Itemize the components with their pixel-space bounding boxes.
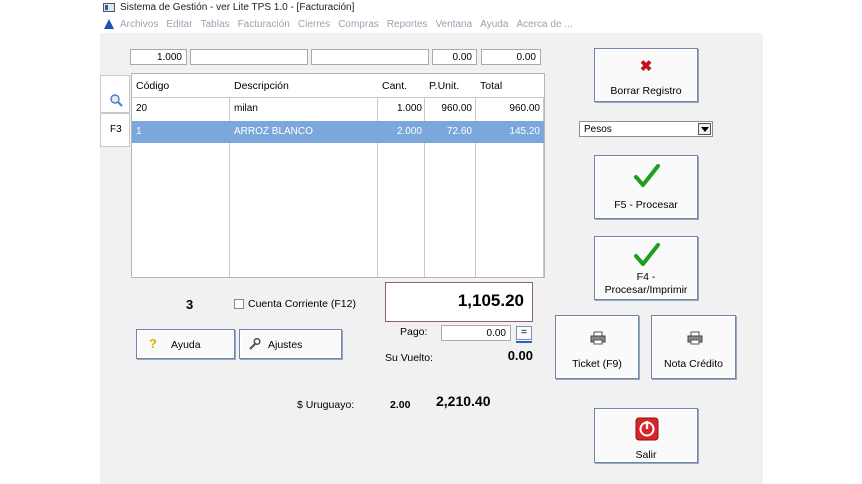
price-input[interactable]: 0.00 — [432, 49, 477, 65]
pago-input[interactable]: 0.00 — [441, 325, 511, 341]
converted-total: 2,210.40 — [436, 393, 491, 409]
menu-facturacion[interactable]: Facturación — [238, 19, 290, 30]
cuenta-corriente-checkbox[interactable]: Cuenta Corriente (F12) — [234, 298, 356, 310]
menu-editar[interactable]: Editar — [166, 19, 192, 30]
f3-tab[interactable]: F3 — [100, 113, 130, 147]
search-tab[interactable] — [100, 75, 130, 113]
delete-x-icon: ✖ — [639, 58, 653, 75]
items-table[interactable]: Código Descripción Cant. P.Unit. Total 2… — [131, 73, 545, 278]
chevron-down-icon[interactable] — [698, 123, 711, 135]
process-print-label-line2: Procesar/Imprimir — [604, 284, 688, 296]
exit-button-label: Salir — [635, 449, 657, 461]
pago-label: Pago: — [400, 326, 428, 338]
power-icon — [635, 417, 659, 441]
process-print-label-line1: F4 - — [636, 271, 656, 283]
header-descripcion[interactable]: Descripción — [234, 80, 289, 92]
menu-cierres[interactable]: Cierres — [298, 19, 330, 30]
process-print-button[interactable]: F4 - Procesar/Imprimir — [594, 236, 698, 300]
menu-ventana[interactable]: Ventana — [435, 19, 472, 30]
exit-button[interactable]: Salir — [594, 408, 698, 463]
delete-button-label: Borrar Registro — [610, 85, 682, 97]
checkmark-icon — [634, 243, 660, 266]
cell-description: milan — [234, 103, 258, 114]
f3-label: F3 — [110, 124, 122, 135]
cell-code: 20 — [136, 103, 148, 114]
code-input[interactable] — [190, 49, 308, 65]
menu-ayuda[interactable]: Ayuda — [480, 19, 508, 30]
checkbox-box[interactable] — [234, 299, 244, 309]
cell-description: ARROZ BLANCO — [234, 126, 313, 137]
header-cant[interactable]: Cant. — [382, 80, 407, 92]
printer-icon — [590, 331, 606, 345]
menu-bar: Archivos Editar Tablas Facturación Cierr… — [100, 16, 763, 33]
equals-button[interactable]: = — [516, 326, 532, 340]
currency-label: $ Uruguayo: — [297, 399, 355, 411]
currency-select-value: Pesos — [584, 124, 612, 135]
magnifier-icon — [110, 94, 123, 107]
process-button-label: F5 - Procesar — [614, 199, 678, 211]
exchange-rate: 2.00 — [390, 399, 411, 411]
window-title: Sistema de Gestión - ver Lite TPS 1.0 - … — [120, 2, 355, 13]
menu-archivos[interactable]: Archivos — [120, 19, 158, 30]
credit-note-button-label: Nota Crédito — [664, 358, 723, 370]
checkmark-icon — [634, 164, 660, 187]
wrench-icon — [249, 337, 261, 350]
app-logo-icon — [104, 19, 114, 29]
invoice-total-box: 1,105.20 — [385, 282, 533, 322]
equals-underline — [516, 341, 532, 343]
cell-unit-price: 960.00 — [441, 103, 472, 114]
invoice-total: 1,105.20 — [457, 291, 524, 310]
ticket-button[interactable]: Ticket (F9) — [555, 315, 639, 379]
checkbox-label: Cuenta Corriente (F12) — [248, 298, 356, 310]
quantity-input[interactable]: 1.000 — [130, 49, 187, 65]
header-total[interactable]: Total — [480, 80, 502, 92]
settings-button[interactable]: Ajustes — [239, 329, 342, 359]
cell-qty: 1.000 — [396, 103, 422, 114]
line-total-input[interactable]: 0.00 — [481, 49, 541, 65]
description-input[interactable] — [311, 49, 429, 65]
vuelto-label: Su Vuelto: — [385, 352, 434, 364]
table-row-selected[interactable]: 1 ARROZ BLANCO 2.000 72.60 145.20 — [132, 121, 544, 143]
menu-acerca-de[interactable]: Acerca de ... — [517, 19, 573, 30]
cell-qty: 2.000 — [396, 126, 422, 137]
app-window: Sistema de Gestión - ver Lite TPS 1.0 - … — [100, 0, 763, 484]
cell-unit-price: 72.60 — [446, 126, 472, 137]
credit-note-button[interactable]: Nota Crédito — [651, 315, 736, 379]
help-button[interactable]: ? Ayuda — [136, 329, 235, 359]
menu-compras[interactable]: Compras — [338, 19, 379, 30]
vuelto-value: 0.00 — [507, 348, 533, 363]
process-button[interactable]: F5 - Procesar — [594, 155, 698, 219]
title-bar: Sistema de Gestión - ver Lite TPS 1.0 - … — [100, 0, 763, 16]
cell-total: 960.00 — [509, 103, 540, 114]
cell-code: 1 — [136, 126, 142, 137]
menu-tablas[interactable]: Tablas — [201, 19, 230, 30]
settings-button-label: Ajustes — [268, 339, 303, 351]
app-window-icon — [103, 3, 115, 12]
currency-select[interactable]: Pesos — [579, 121, 713, 137]
header-punit[interactable]: P.Unit. — [429, 80, 459, 92]
table-row[interactable]: 20 milan 1.000 960.00 960.00 — [132, 98, 544, 120]
menu-reportes[interactable]: Reportes — [387, 19, 428, 30]
help-button-label: Ayuda — [171, 339, 201, 351]
header-codigo[interactable]: Código — [136, 80, 169, 92]
item-count: 3 — [186, 297, 194, 312]
printer-icon — [687, 331, 703, 345]
table-header: Código Descripción Cant. P.Unit. Total — [132, 74, 544, 98]
ticket-button-label: Ticket (F9) — [572, 358, 622, 370]
question-icon: ? — [149, 336, 157, 351]
cell-total: 145.20 — [509, 126, 540, 137]
delete-record-button[interactable]: ✖ Borrar Registro — [594, 48, 698, 102]
